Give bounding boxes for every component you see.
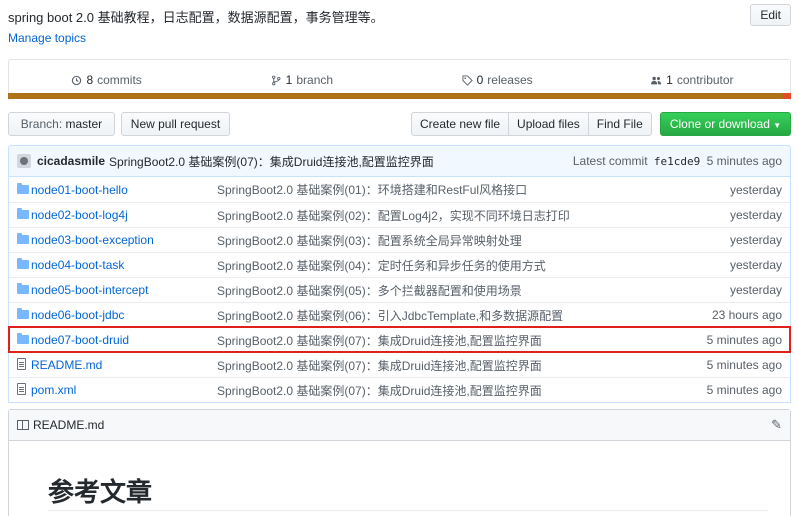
language-segment-primary (8, 93, 784, 99)
language-segment-secondary (783, 93, 791, 99)
file-name-link[interactable]: node07-boot-druid (31, 333, 217, 347)
file-icon (17, 382, 26, 395)
file-list: node01-boot-hello SpringBoot2.0 基础案例(01)… (8, 177, 791, 403)
folder-icon (17, 258, 29, 269)
file-age: yesterday (729, 208, 782, 222)
readme-filename: README.md (33, 418, 105, 432)
commit-message-link[interactable]: SpringBoot2.0 基础案例(07)：集成Druid连接池,配置监控界面 (109, 153, 434, 170)
file-commit-message-link[interactable]: SpringBoot2.0 基础案例(02)：配置Log4j2，实现不同环境日志… (217, 207, 680, 224)
pencil-icon[interactable]: ✎ (771, 417, 782, 433)
find-file-button[interactable]: Find File (587, 112, 652, 136)
language-bar[interactable] (8, 93, 791, 99)
people-icon (651, 76, 662, 84)
clone-or-download-button[interactable]: Clone or download ▼ (660, 112, 791, 136)
manage-topics-link[interactable]: Manage topics (8, 31, 86, 45)
new-pull-request-button[interactable]: New pull request (121, 112, 230, 136)
branch-select-value: master (65, 117, 103, 131)
latest-commit-prefix: Latest commit (572, 154, 648, 168)
history-icon (72, 75, 82, 85)
readme-header: README.md ✎ (9, 410, 790, 441)
file-name-link[interactable]: node03-boot-exception (31, 233, 217, 247)
branch-stat[interactable]: 1 branch (204, 73, 399, 87)
branch-select-button[interactable]: Branch: master ▼ (8, 112, 115, 152)
contributor-label: contributor (676, 73, 734, 87)
contributors-stat[interactable]: 1 contributor (595, 73, 790, 87)
table-row: node06-boot-jdbc SpringBoot2.0 基础案例(06)：… (9, 302, 790, 327)
folder-icon (17, 233, 29, 244)
file-name-link[interactable]: node04-boot-task (31, 258, 217, 272)
latest-commit-info: Latest commit fe1cde9 5 minutes ago (573, 154, 782, 168)
upload-files-button[interactable]: Upload files (508, 112, 589, 136)
file-commit-message-link[interactable]: SpringBoot2.0 基础案例(03)：配置系统全局异常映射处理 (217, 232, 680, 249)
latest-commit-age: 5 minutes ago (706, 154, 782, 168)
file-age: yesterday (729, 182, 782, 197)
repo-description: spring boot 2.0 基础教程，日志配置，数据源配置，事务管理等。 (8, 10, 384, 25)
file-age: yesterday (729, 258, 782, 272)
file-age: 5 minutes ago (706, 383, 782, 397)
readme-panel: README.md ✎ 参考文章 (8, 409, 791, 516)
readme-heading-divider (48, 510, 768, 511)
folder-icon (17, 182, 29, 194)
file-commit-message-link[interactable]: SpringBoot2.0 基础案例(07)：集成Druid连接池,配置监控界面 (217, 382, 680, 399)
avatar[interactable] (17, 154, 31, 168)
book-icon (17, 420, 29, 430)
tag-icon (462, 74, 473, 86)
file-age: yesterday (729, 233, 782, 247)
branch-icon (271, 75, 281, 85)
table-row: node03-boot-exception SpringBoot2.0 基础案例… (9, 227, 790, 252)
readme-heading: 参考文章 (48, 478, 153, 508)
folder-icon (17, 283, 29, 294)
file-commit-message-link[interactable]: SpringBoot2.0 基础案例(01)：环境搭建和RestFul风格接口 (217, 181, 680, 198)
file-commit-message-link[interactable]: SpringBoot2.0 基础案例(07)：集成Druid连接池,配置监控界面 (217, 357, 680, 374)
caret-down-icon: ▼ (773, 121, 782, 130)
releases-stat[interactable]: 0 releases (400, 73, 595, 87)
file-icon (17, 357, 26, 370)
folder-icon (17, 208, 29, 219)
file-name-link[interactable]: pom.xml (31, 383, 217, 397)
folder-icon (17, 333, 29, 344)
commit-sha-link[interactable]: fe1cde9 (654, 155, 700, 168)
file-age: yesterday (729, 283, 782, 297)
file-name-link[interactable]: README.md (31, 358, 217, 372)
table-row: README.md SpringBoot2.0 基础案例(07)：集成Druid… (9, 352, 790, 377)
table-row: node01-boot-hello SpringBoot2.0 基础案例(01)… (9, 177, 790, 202)
table-row: pom.xml SpringBoot2.0 基础案例(07)：集成Druid连接… (9, 377, 790, 402)
releases-count: 0 (476, 73, 484, 87)
folder-icon (17, 308, 29, 319)
contributor-count: 1 (666, 73, 673, 87)
commit-author-link[interactable]: cicadasmile (37, 154, 105, 168)
table-row-highlighted: node07-boot-druid SpringBoot2.0 基础案例(07)… (8, 326, 791, 353)
file-name-link[interactable]: node02-boot-log4j (31, 208, 217, 222)
branch-count: 1 (285, 73, 293, 87)
branch-select-label: Branch: (20, 117, 63, 131)
commits-count: 8 (86, 73, 94, 87)
file-commit-message-link[interactable]: SpringBoot2.0 基础案例(05)：多个拦截器配置和使用场景 (217, 282, 680, 299)
branch-label: branch (296, 73, 334, 87)
file-age: 5 minutes ago (706, 358, 782, 372)
create-new-file-button[interactable]: Create new file (411, 112, 510, 136)
table-row: node05-boot-intercept SpringBoot2.0 基础案例… (9, 277, 790, 302)
commits-label: commits (97, 73, 142, 87)
commits-stat[interactable]: 8 commits (9, 73, 204, 87)
file-commit-message-link[interactable]: SpringBoot2.0 基础案例(04)：定时任务和异步任务的使用方式 (217, 257, 680, 274)
file-name-link[interactable]: node05-boot-intercept (31, 283, 217, 297)
table-row: node04-boot-task SpringBoot2.0 基础案例(04)：… (9, 252, 790, 277)
file-name-link[interactable]: node06-boot-jdbc (31, 308, 217, 322)
clone-or-download-label: Clone or download (669, 117, 770, 131)
file-actions-group: Create new file Upload files Find File (411, 112, 652, 136)
latest-commit-bar: cicadasmile SpringBoot2.0 基础案例(07)：集成Dru… (8, 145, 791, 177)
file-age: 5 minutes ago (706, 333, 782, 347)
file-commit-message-link[interactable]: SpringBoot2.0 基础案例(06)：引入JdbcTemplate,和多… (217, 307, 680, 324)
file-commit-message-link[interactable]: SpringBoot2.0 基础案例(07)：集成Druid连接池,配置监控界面 (217, 332, 680, 349)
table-row: node02-boot-log4j SpringBoot2.0 基础案例(02)… (9, 202, 790, 227)
edit-description-button[interactable]: Edit (750, 4, 791, 26)
file-name-link[interactable]: node01-boot-hello (31, 183, 217, 197)
file-age: 23 hours ago (711, 308, 782, 322)
releases-label: releases (487, 73, 533, 87)
